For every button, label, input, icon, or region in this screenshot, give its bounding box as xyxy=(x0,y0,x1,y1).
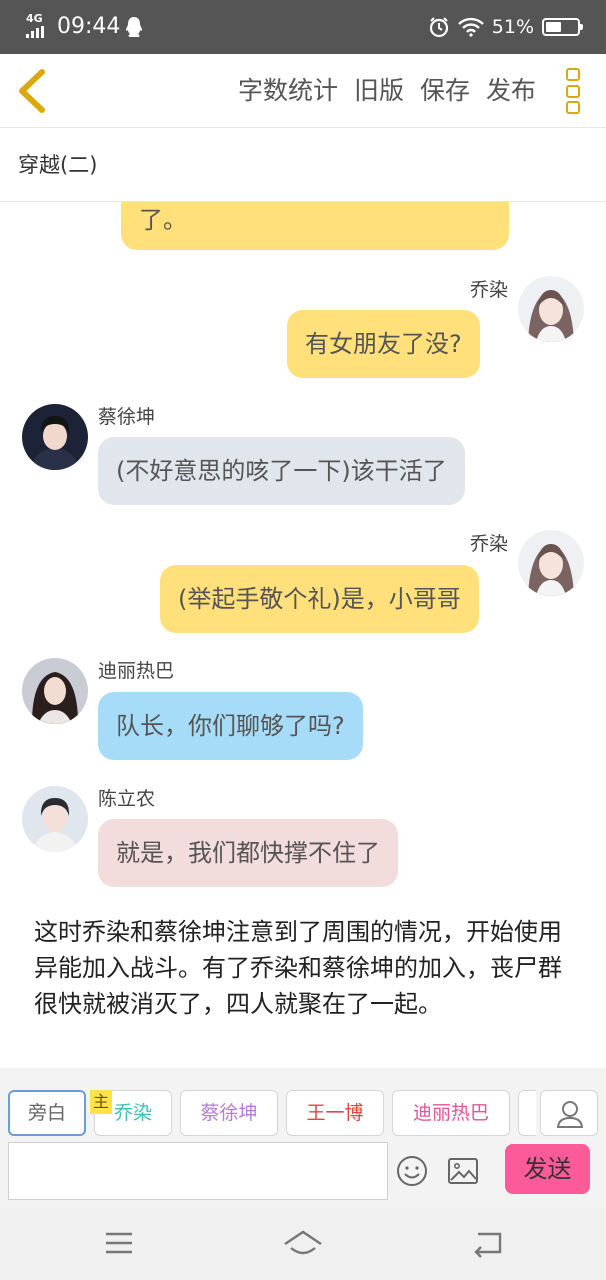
message-bubble[interactable]: (不好意思的咳了一下)该干活了 xyxy=(98,437,465,505)
host-badge: 主 xyxy=(90,1090,112,1114)
role-dilireba[interactable]: 迪丽热巴 xyxy=(392,1090,510,1136)
add-role-button[interactable] xyxy=(540,1090,598,1136)
role-caixukun[interactable]: 蔡徐坤 xyxy=(180,1090,278,1136)
emoji-icon[interactable] xyxy=(396,1155,428,1187)
role-label: 旁白 xyxy=(27,1102,66,1124)
system-nav-bar xyxy=(0,1208,606,1280)
word-count-button[interactable]: 字数统计 xyxy=(238,72,338,110)
message-text: 了。 xyxy=(139,206,187,234)
more-menu-icon[interactable] xyxy=(566,68,580,114)
message-bubble[interactable]: 队长，你们聊够了吗? xyxy=(98,692,363,760)
message-text: 有女朋友了没? xyxy=(305,330,462,358)
signal-icon xyxy=(26,26,48,38)
network-type: 4G xyxy=(26,12,43,25)
message-text: (举起手敬个礼)是，小哥哥 xyxy=(178,585,461,613)
message-bubble[interactable]: 了。 xyxy=(121,202,509,250)
message-bubble[interactable]: (举起手敬个礼)是，小哥哥 xyxy=(160,565,479,633)
avatar[interactable] xyxy=(518,530,584,596)
chat-area[interactable]: 了。 乔染 有女朋友了没? 蔡徐坤 (不好意思的咳了一下)该干活了 乔染 (举起… xyxy=(0,202,606,1068)
send-button[interactable]: 发送 xyxy=(505,1144,590,1194)
wifi-icon xyxy=(457,17,484,37)
home-icon[interactable] xyxy=(283,1228,323,1260)
message-text: (不好意思的咳了一下)该干活了 xyxy=(116,457,447,485)
speaker-name: 迪丽热巴 xyxy=(98,660,175,682)
message-text: 队长，你们聊够了吗? xyxy=(116,712,345,740)
editor-toolbar: 字数统计 旧版 保存 发布 xyxy=(0,54,606,128)
narration-paragraph[interactable]: 这时乔染和蔡徐坤注意到了周围的情况，开始使用异能加入战斗。有了乔染和蔡徐坤的加入… xyxy=(34,914,579,1022)
speaker-name: 乔染 xyxy=(469,279,508,301)
composer-panel: 旁白 乔染 主 蔡徐坤 王一博 迪丽热巴 发送 xyxy=(0,1068,606,1208)
status-bar: 4G 09:44 51% xyxy=(0,0,606,54)
clock: 09:44 xyxy=(57,14,121,39)
message-text: 就是，我们都快撑不住了 xyxy=(116,839,380,867)
user-icon xyxy=(556,1101,584,1128)
role-label: 迪丽热巴 xyxy=(412,1102,489,1124)
chapter-title[interactable]: 穿越(二) xyxy=(18,150,97,180)
battery-icon xyxy=(542,18,583,36)
role-label: 王一博 xyxy=(306,1102,364,1124)
old-version-button[interactable]: 旧版 xyxy=(354,72,404,110)
back-button[interactable] xyxy=(12,66,56,116)
avatar[interactable] xyxy=(22,658,88,724)
speaker-name: 陈立农 xyxy=(98,788,156,810)
avatar[interactable] xyxy=(22,404,88,470)
back-nav-icon[interactable] xyxy=(472,1228,504,1258)
avatar[interactable] xyxy=(518,276,584,342)
speaker-name: 乔染 xyxy=(469,533,508,555)
alarm-icon xyxy=(429,17,448,38)
publish-button[interactable]: 发布 xyxy=(486,72,536,110)
save-button[interactable]: 保存 xyxy=(420,72,470,110)
battery-percent: 51% xyxy=(491,16,534,38)
role-wangyibo[interactable]: 王一博 xyxy=(286,1090,384,1136)
role-label: 蔡徐坤 xyxy=(200,1102,258,1124)
message-bubble[interactable]: 就是，我们都快撑不住了 xyxy=(98,819,398,887)
image-icon[interactable] xyxy=(447,1157,479,1185)
message-input[interactable] xyxy=(8,1142,388,1200)
qq-icon xyxy=(126,17,142,37)
role-label: 乔染 xyxy=(113,1102,152,1124)
role-partial[interactable] xyxy=(518,1090,536,1136)
chapter-header: 穿越(二) xyxy=(0,128,606,202)
message-bubble[interactable]: 有女朋友了没? xyxy=(287,310,480,378)
menu-icon[interactable] xyxy=(104,1228,134,1258)
speaker-name: 蔡徐坤 xyxy=(98,406,156,428)
role-narrator[interactable]: 旁白 xyxy=(8,1090,86,1136)
avatar[interactable] xyxy=(22,786,88,852)
toolbar-actions: 字数统计 旧版 保存 发布 xyxy=(222,72,536,110)
